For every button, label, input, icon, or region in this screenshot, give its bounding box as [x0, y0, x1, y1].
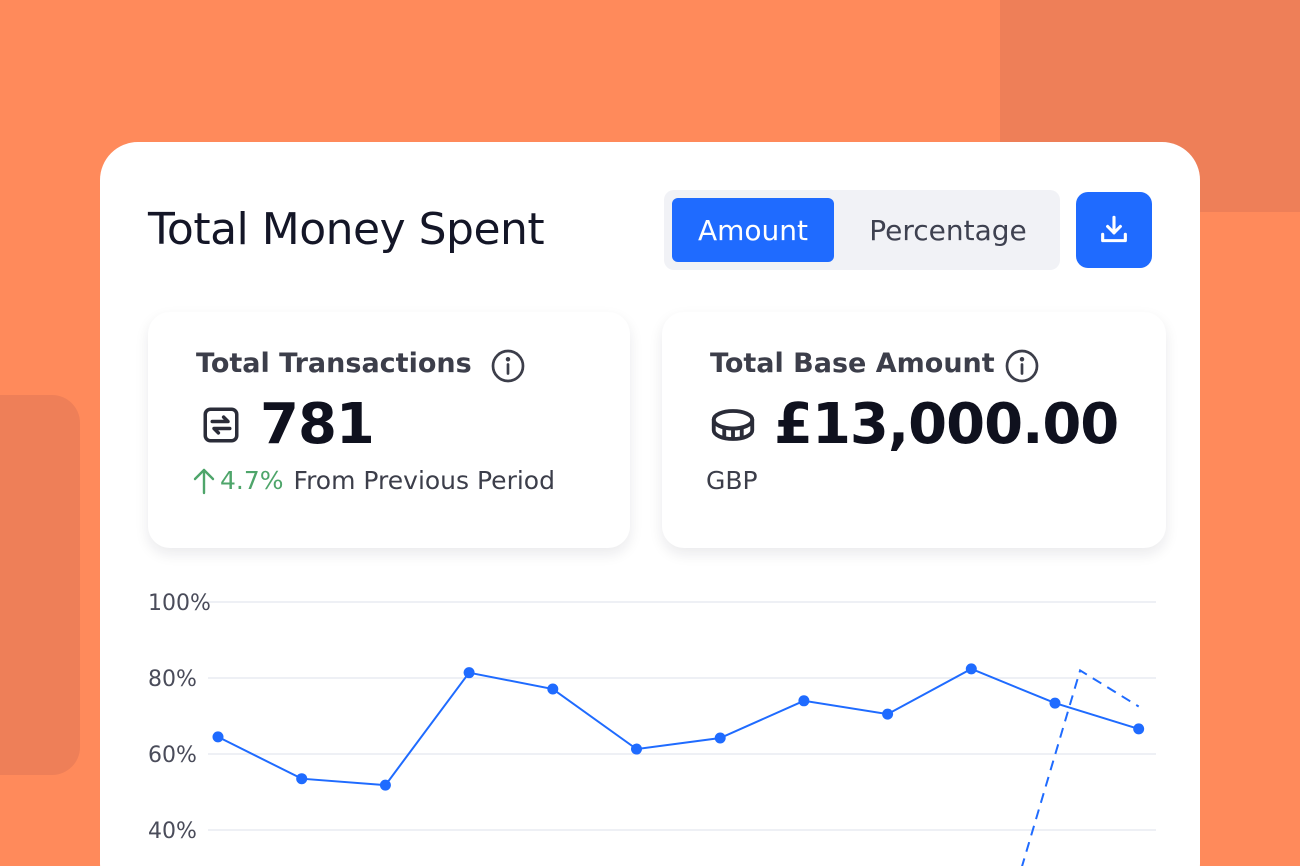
- series-line: [217, 667, 1139, 787]
- y-tick-label: 40%: [148, 819, 197, 844]
- trend-value: 4.7%: [220, 466, 284, 495]
- percentage-toggle-button[interactable]: Percentage: [844, 198, 1052, 262]
- card-title: Total Money Spent: [148, 204, 545, 255]
- arrow-up-icon: [193, 468, 215, 494]
- data-point: [1133, 723, 1145, 735]
- info-icon[interactable]: [1004, 348, 1040, 384]
- data-point: [714, 732, 726, 744]
- download-button[interactable]: [1076, 192, 1152, 268]
- data-point: [965, 663, 977, 675]
- trend-row: 4.7% From Previous Period: [192, 466, 555, 495]
- data-point: [1049, 697, 1061, 709]
- coins-icon: [711, 409, 755, 441]
- trend-text: From Previous Period: [293, 466, 555, 495]
- stat-label: Total Base Amount: [710, 348, 995, 379]
- total-transactions-card: Total Transactions 781 4.7% From Previou…: [148, 312, 630, 548]
- data-point: [798, 695, 810, 707]
- download-icon: [1101, 215, 1127, 243]
- y-tick-label: 80%: [148, 667, 197, 692]
- data-point: [882, 708, 894, 720]
- data-point: [296, 773, 308, 785]
- info-icon[interactable]: [490, 348, 526, 384]
- forecast-line: [1021, 668, 1140, 866]
- data-point: [463, 667, 475, 679]
- trend-badge: 4.7%: [192, 466, 284, 495]
- y-tick-label: 60%: [148, 743, 197, 768]
- exchange-icon: [203, 407, 239, 443]
- total-base-amount-card: Total Base Amount £13,000.00 GBP: [662, 312, 1166, 548]
- view-toggle: Amount Percentage: [664, 190, 1060, 270]
- data-point: [212, 731, 224, 743]
- data-point: [379, 779, 391, 791]
- money-spent-card: Total Money Spent Amount Percentage Tota…: [100, 142, 1200, 866]
- data-point: [547, 683, 559, 695]
- data-point: [631, 743, 642, 755]
- stat-label: Total Transactions: [196, 348, 472, 379]
- amount-toggle-button[interactable]: Amount: [672, 198, 834, 262]
- background-shape: [0, 395, 80, 775]
- currency-label: GBP: [706, 466, 758, 495]
- line-chart: 100% 80% 60% 40%: [148, 591, 1156, 866]
- stat-value: 781: [260, 392, 375, 457]
- y-tick-label: 100%: [148, 591, 211, 616]
- stat-value: £13,000.00: [774, 392, 1119, 457]
